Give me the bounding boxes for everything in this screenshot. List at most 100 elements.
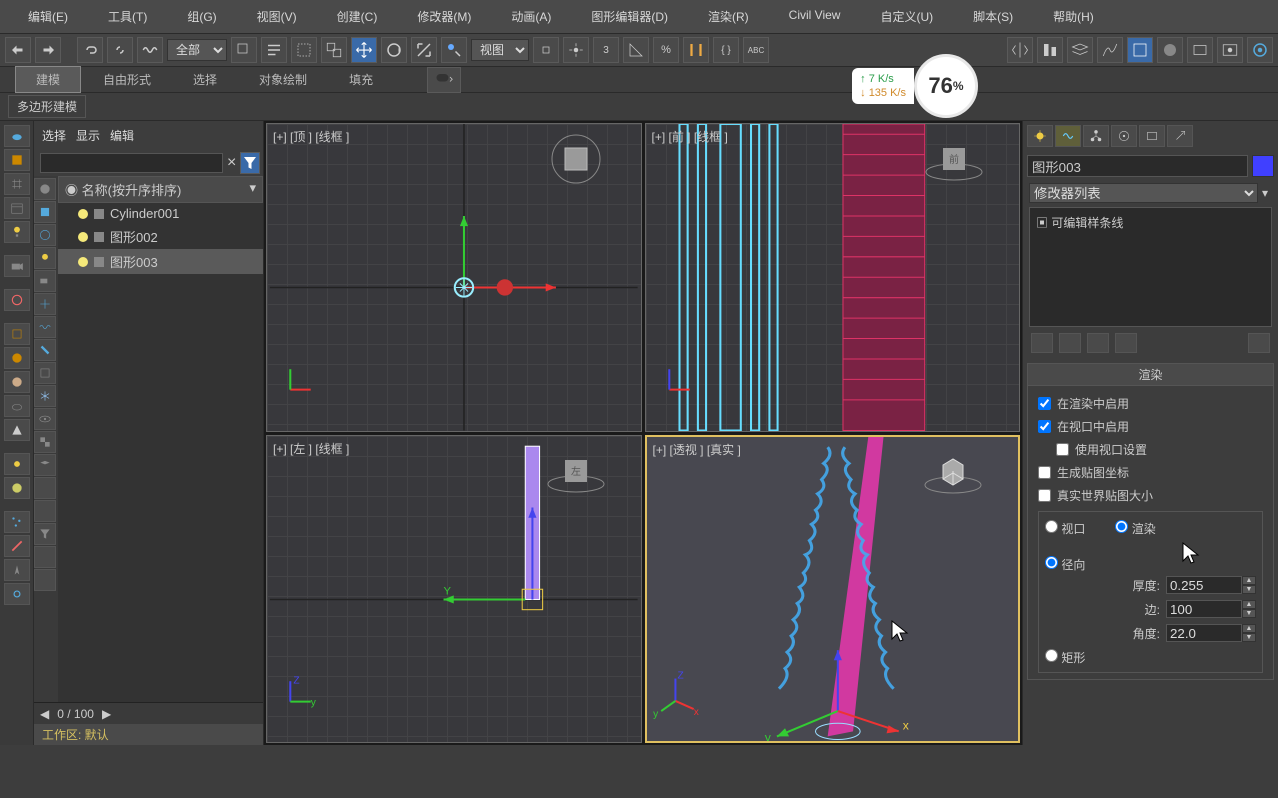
sf-geo-icon[interactable]	[34, 201, 56, 223]
use-pivot-center-button[interactable]	[533, 37, 559, 63]
sf-frozen-icon[interactable]	[34, 385, 56, 407]
lts-cone-icon[interactable]	[4, 419, 30, 441]
object-name-input[interactable]	[1027, 155, 1248, 177]
lts-compass-icon[interactable]	[4, 559, 30, 581]
lts-particles-icon[interactable]	[4, 511, 30, 533]
cmd-tab-hierarchy[interactable]	[1083, 125, 1109, 147]
abc-button[interactable]: ABC	[743, 37, 769, 63]
curve-editor-button[interactable]	[1097, 37, 1123, 63]
lts-wand-icon[interactable]	[4, 535, 30, 557]
tab-object-paint[interactable]: 对象绘制	[239, 67, 327, 92]
vp-left-label[interactable]: [+] [左 ] [线框 ]	[273, 440, 349, 457]
sf-i14-icon[interactable]	[34, 477, 56, 499]
snap-toggle-button[interactable]: 3	[593, 37, 619, 63]
lts-sphere2-icon[interactable]	[4, 371, 30, 393]
menu-animation[interactable]: 动画(A)	[493, 4, 569, 29]
sides-spin-up[interactable]: ▲	[1242, 600, 1256, 609]
link-button[interactable]	[77, 37, 103, 63]
render-production-button[interactable]	[1247, 37, 1273, 63]
angle-input[interactable]	[1166, 624, 1242, 642]
sf-funnel-icon[interactable]	[34, 523, 56, 545]
sf-container-icon[interactable]	[34, 362, 56, 384]
select-object-button[interactable]	[231, 37, 257, 63]
lts-teapot2-icon[interactable]	[4, 395, 30, 417]
lts-calendar-icon[interactable]	[4, 197, 30, 219]
lts-sun-icon[interactable]	[4, 453, 30, 475]
schematic-view-button[interactable]	[1127, 37, 1153, 63]
angle-snap-button[interactable]	[623, 37, 649, 63]
viewport-top[interactable]: [+] [顶 ] [线框 ]	[266, 123, 642, 432]
cmd-tab-modify[interactable]	[1055, 125, 1081, 147]
menu-graph-editors[interactable]: 图形编辑器(D)	[573, 4, 686, 29]
reference-coord-dropdown[interactable]: 视图	[471, 39, 529, 61]
sides-spin-down[interactable]: ▼	[1242, 609, 1256, 618]
vp-front-label[interactable]: [+] [前 ] [线框 ]	[652, 128, 728, 145]
radio-rectangular[interactable]: 矩形	[1045, 651, 1085, 665]
tab-selection[interactable]: 选择	[173, 67, 237, 92]
render-rollout-header[interactable]: 渲染	[1028, 364, 1273, 386]
sf-layer-icon[interactable]	[34, 454, 56, 476]
menu-civil-view[interactable]: Civil View	[771, 4, 859, 29]
lts-camera-icon[interactable]	[4, 255, 30, 277]
cmd-tab-display[interactable]	[1139, 125, 1165, 147]
workspace-label[interactable]: 工作区: 默认	[34, 724, 263, 745]
scene-row-cylinder001[interactable]: Cylinder001	[58, 203, 263, 224]
cb-enable-in-render[interactable]: 在渲染中启用	[1038, 392, 1263, 415]
sf-shape-icon[interactable]	[34, 224, 56, 246]
cb-generate-mapping[interactable]: 生成贴图坐标	[1038, 461, 1263, 484]
undo-button[interactable]	[5, 37, 31, 63]
lts-teapot-icon[interactable]	[4, 125, 30, 147]
radio-radial[interactable]: 径向	[1045, 558, 1085, 572]
viewport-front[interactable]: [+] [前 ] [线框 ] 前	[645, 123, 1021, 432]
angle-spin-up[interactable]: ▲	[1242, 624, 1256, 633]
cb-enable-in-viewport[interactable]: 在视口中启用	[1038, 415, 1263, 438]
viewport-left[interactable]: [+] [左 ] [线框 ] 左 Y Zy	[266, 435, 642, 744]
polygon-modeling-group[interactable]: 多边形建模	[8, 95, 86, 118]
select-and-move-button[interactable]	[351, 37, 377, 63]
modifier-list-dropdown[interactable]: 修改器列表	[1029, 183, 1258, 203]
cmd-tab-create[interactable]	[1027, 125, 1053, 147]
radio-viewport[interactable]: 视口	[1045, 520, 1085, 537]
scene-row-shape002[interactable]: 图形002	[58, 224, 263, 249]
pin-stack-button[interactable]	[1031, 333, 1053, 353]
tab-modeling[interactable]: 建模	[15, 66, 81, 93]
lts-box-icon[interactable]	[4, 149, 30, 171]
percent-snap-button[interactable]: %	[653, 37, 679, 63]
align-button[interactable]	[1037, 37, 1063, 63]
select-and-scale-button[interactable]	[411, 37, 437, 63]
remove-modifier-button[interactable]	[1115, 333, 1137, 353]
make-unique-button[interactable]	[1087, 333, 1109, 353]
scene-search-input[interactable]	[40, 153, 223, 173]
scene-row-shape003[interactable]: 图形003	[58, 249, 263, 274]
sf-spacewarp-icon[interactable]	[34, 316, 56, 338]
named-selection-button[interactable]: { }	[713, 37, 739, 63]
angle-spin-down[interactable]: ▼	[1242, 633, 1256, 642]
mirror-button[interactable]	[1007, 37, 1033, 63]
lts-light-icon[interactable]	[4, 221, 30, 243]
menu-help[interactable]: 帮助(H)	[1035, 4, 1125, 29]
configure-modifier-button[interactable]	[1248, 333, 1270, 353]
tab-freeform[interactable]: 自由形式	[83, 67, 171, 92]
sf-all-icon[interactable]	[34, 178, 56, 200]
lts-box2-icon[interactable]	[4, 323, 30, 345]
selection-filter-dropdown[interactable]: 全部	[167, 39, 227, 61]
menu-rendering[interactable]: 渲染(R)	[690, 4, 767, 29]
sf-helper-icon[interactable]	[34, 293, 56, 315]
lts-yellow-sphere-icon[interactable]	[4, 477, 30, 499]
tab-populate[interactable]: 填充	[329, 67, 393, 92]
cb-real-world-size[interactable]: 真实世界贴图大小	[1038, 484, 1263, 507]
scene-list-header[interactable]: ◉ 名称(按升序排序)▾	[58, 176, 263, 203]
menu-maxscript[interactable]: 脚本(S)	[955, 4, 1031, 29]
radio-render[interactable]: 渲染	[1115, 520, 1155, 537]
bind-spacewarp-button[interactable]	[137, 37, 163, 63]
vp-top-label[interactable]: [+] [顶 ] [线框 ]	[273, 128, 349, 145]
thickness-input[interactable]	[1166, 576, 1242, 594]
unlink-button[interactable]	[107, 37, 133, 63]
select-and-place-button[interactable]	[441, 37, 467, 63]
scene-head-select[interactable]: 选择	[42, 127, 66, 144]
object-color-swatch[interactable]	[1252, 155, 1274, 177]
select-by-name-button[interactable]	[261, 37, 287, 63]
menu-view[interactable]: 视图(V)	[239, 4, 315, 29]
sf-camera-icon[interactable]	[34, 270, 56, 292]
lts-helper-icon[interactable]	[4, 289, 30, 311]
